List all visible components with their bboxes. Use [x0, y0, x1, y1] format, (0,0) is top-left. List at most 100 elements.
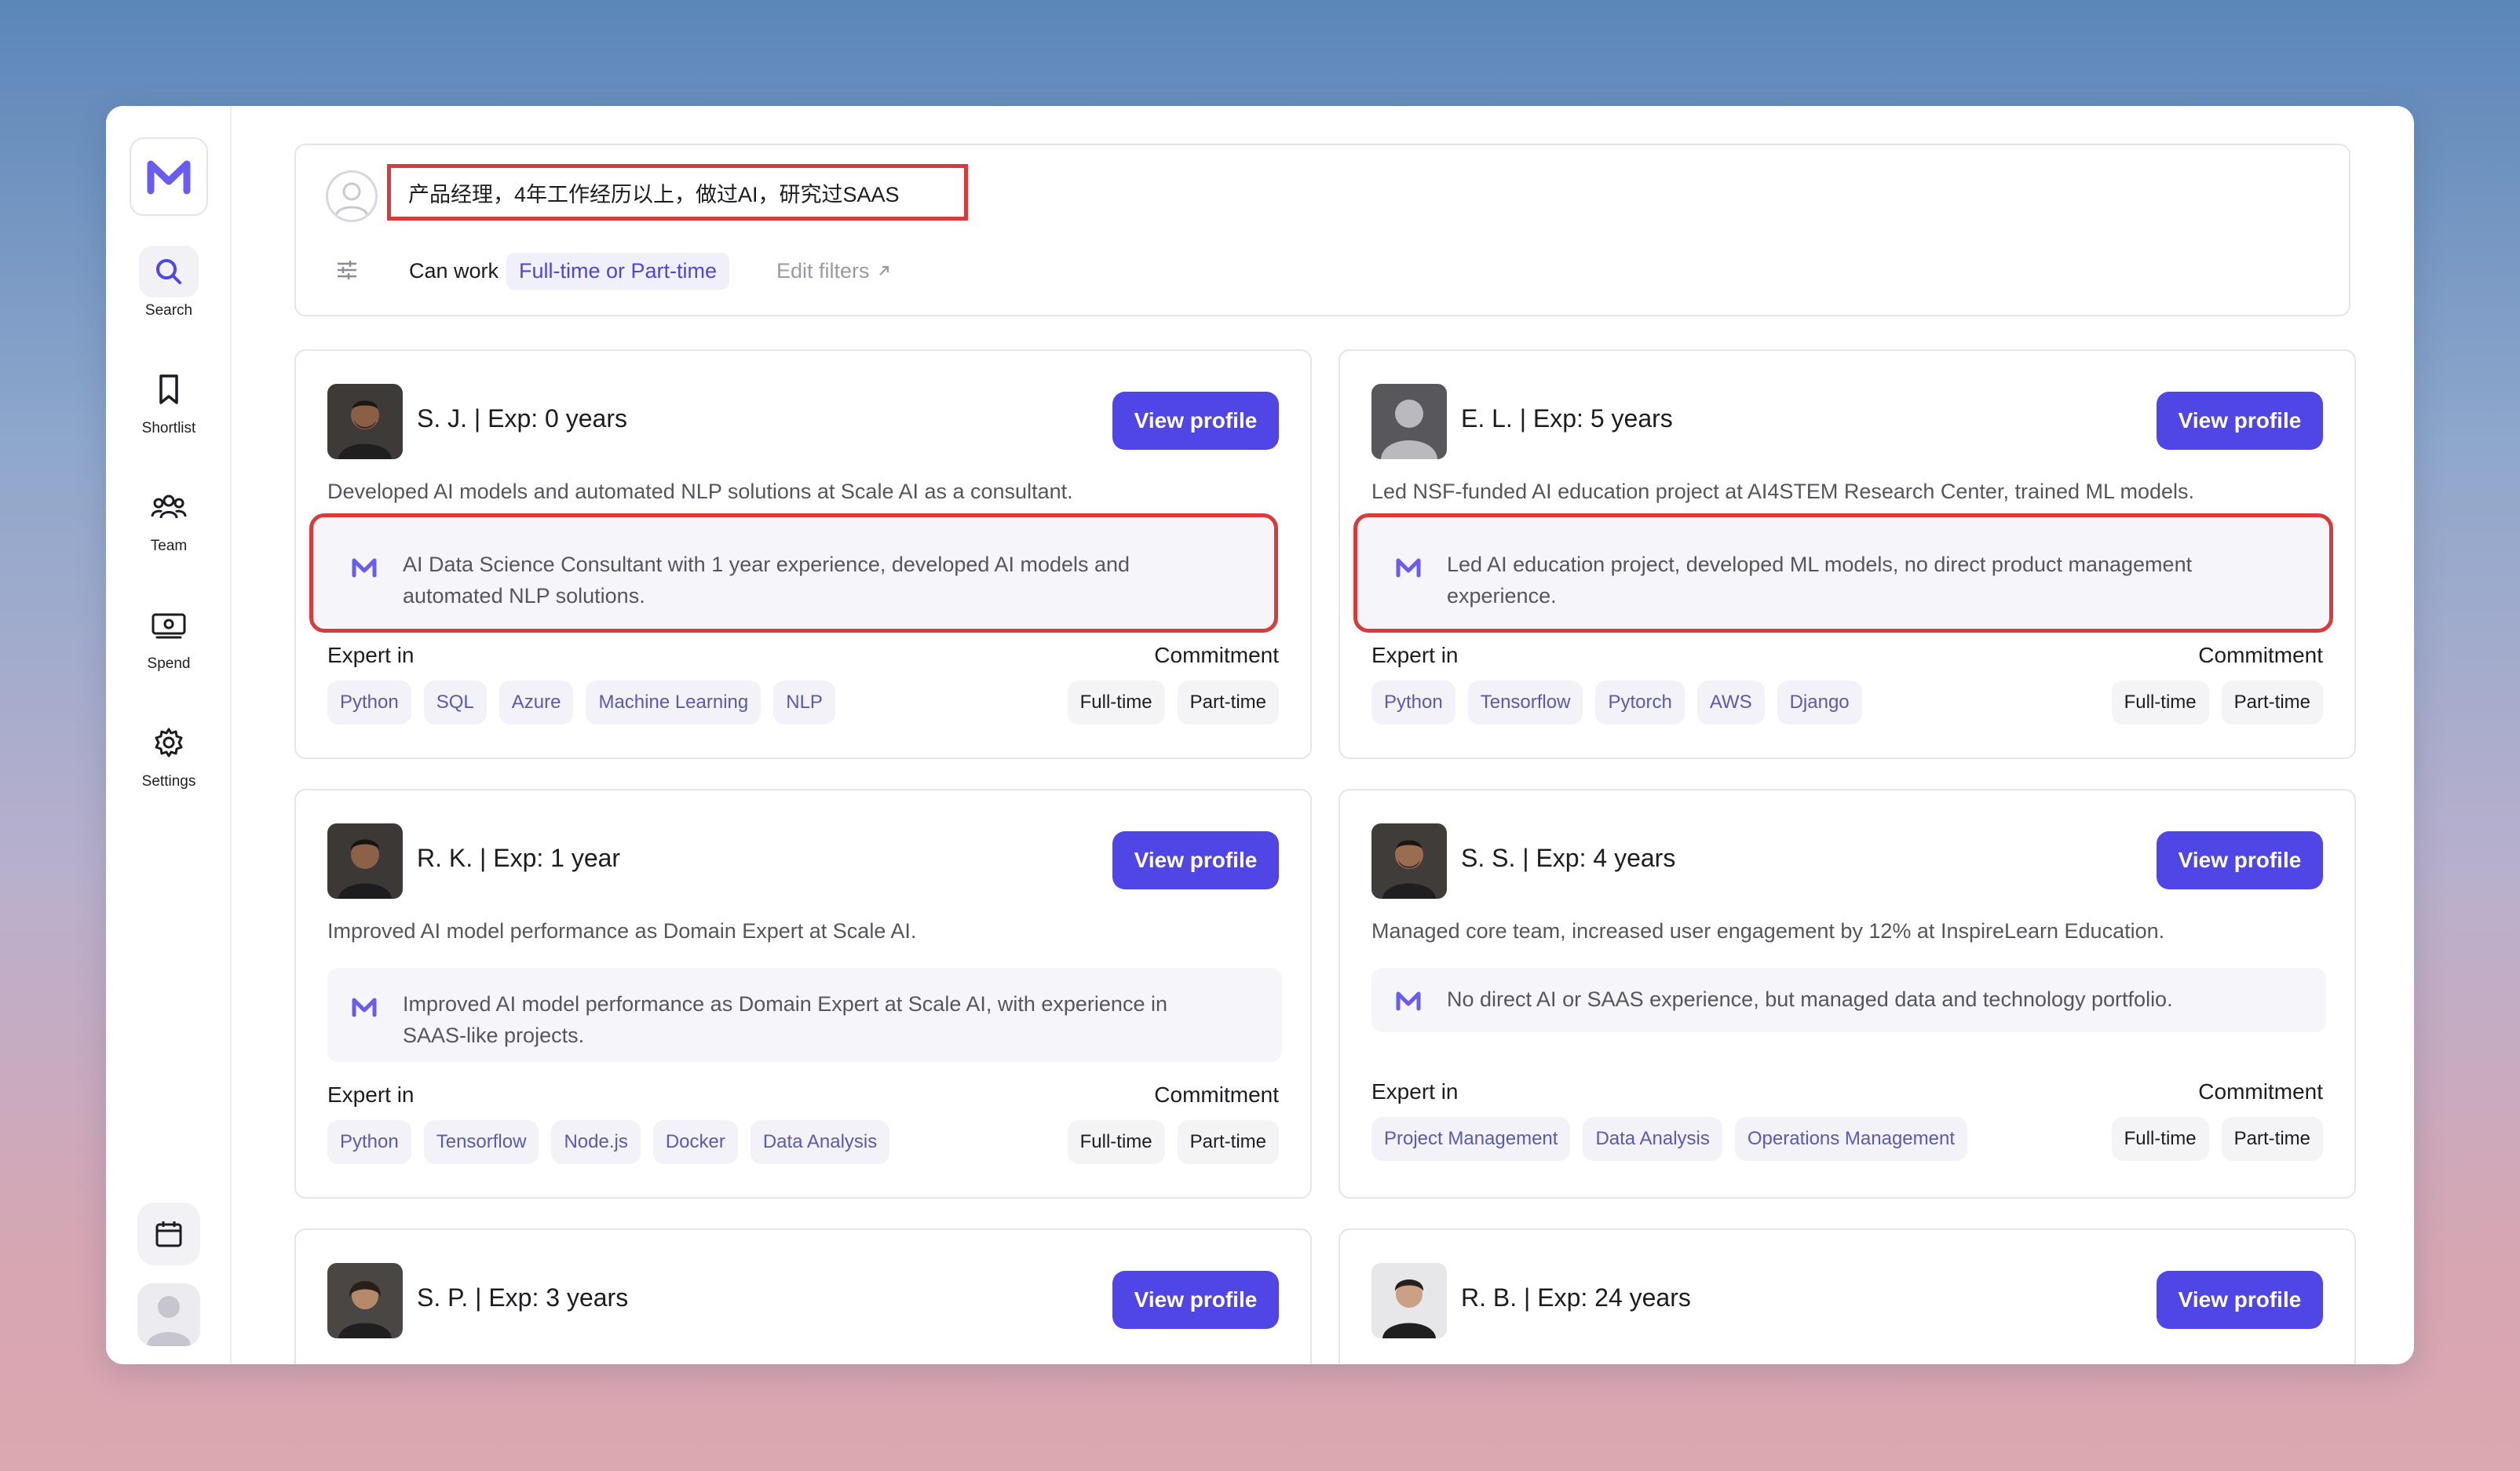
ai-summary-text: Improved AI model performance as Domain …	[403, 992, 1167, 1047]
view-profile-button[interactable]: View profile	[2157, 831, 2323, 889]
sidebar-item-label: Search	[144, 302, 193, 319]
skill-tag: Python	[327, 1120, 411, 1164]
m-logo-icon	[352, 998, 377, 1017]
sidebar-item-shortlist[interactable]: Shortlist	[106, 363, 232, 437]
sidebar-item-spend[interactable]: Spend	[106, 599, 232, 673]
skill-tag: Tensorflow	[1467, 681, 1583, 725]
logo-m-icon	[147, 160, 191, 195]
candidate-name: S. P. | Exp: 3 years	[417, 1283, 629, 1312]
candidate-card: R. K. | Exp: 1 year View profile Improve…	[294, 789, 1312, 1199]
m-logo-icon	[352, 558, 377, 578]
skills-list: Python Tensorflow Pytorch AWS Django	[1371, 681, 1862, 725]
skill-tag: Operations Management	[1734, 1117, 1968, 1161]
skill-tag: Python	[1371, 681, 1455, 725]
expert-in-label: Expert in	[327, 643, 415, 667]
skill-tag: AWS	[1696, 681, 1765, 725]
commitment-tag: Full-time	[2111, 1117, 2209, 1161]
commitment-list: Full-time Part-time	[2111, 1117, 2323, 1161]
ai-summary-text: No direct AI or SAAS experience, but man…	[1447, 987, 2173, 1011]
sidebar: Search Shortlist Team Spend Settings	[106, 106, 232, 1364]
candidate-card: S. P. | Exp: 3 years View profile	[294, 1228, 1312, 1364]
user-avatar[interactable]	[137, 1283, 200, 1346]
commitment-tag: Full-time	[2111, 681, 2209, 725]
avatar-placeholder-icon	[137, 1283, 200, 1346]
search-avatar	[326, 170, 378, 222]
sidebar-item-search[interactable]: Search	[106, 246, 232, 319]
view-profile-button[interactable]: View profile	[1112, 392, 1279, 450]
skill-tag: Machine Learning	[586, 681, 761, 725]
ai-summary-box: Led AI education project, developed ML m…	[1353, 513, 2333, 633]
calendar-button[interactable]	[137, 1203, 200, 1265]
skill-tag: SQL	[423, 681, 487, 725]
skill-tag: Pytorch	[1595, 681, 1685, 725]
search-panel: 产品经理，4年工作经历以上，做过AI，研究过SAAS Can work Full…	[294, 144, 2350, 316]
can-work-label: Can work	[409, 258, 499, 283]
calendar-icon	[155, 1221, 182, 1247]
skills-list: Python SQL Azure Machine Learning NLP	[327, 681, 835, 725]
skill-tag: Data Analysis	[1583, 1117, 1722, 1161]
candidate-photo	[327, 384, 403, 459]
skill-tag: NLP	[773, 681, 835, 725]
candidate-card: S. J. | Exp: 0 years View profile Develo…	[294, 349, 1312, 759]
external-arrow-icon	[878, 265, 889, 276]
sidebar-item-team[interactable]: Team	[106, 481, 232, 555]
edit-filters-link[interactable]: Edit filters	[776, 259, 892, 283]
gear-icon	[139, 717, 199, 768]
candidate-photo	[327, 823, 403, 899]
m-logo-icon	[1396, 991, 1421, 1011]
candidate-description: Improved AI model performance as Domain …	[327, 919, 917, 943]
ai-summary-text: AI Data Science Consultant with 1 year e…	[403, 553, 1130, 608]
candidate-name: S. S. | Exp: 4 years	[1461, 844, 1676, 872]
view-profile-button[interactable]: View profile	[1112, 1271, 1279, 1329]
commitment-filter-chip[interactable]: Full-time or Part-time	[506, 252, 730, 290]
expert-in-label: Expert in	[1371, 643, 1459, 667]
skill-tag: Project Management	[1371, 1117, 1571, 1161]
commitment-label: Commitment	[1154, 643, 1279, 667]
sidebar-item-label: Settings	[141, 773, 196, 790]
commitment-tag: Full-time	[1067, 1120, 1165, 1164]
sidebar-item-label: Team	[150, 538, 188, 554]
candidate-description: Led NSF-funded AI education project at A…	[1371, 480, 2195, 503]
search-input[interactable]: 产品经理，4年工作经历以上，做过AI，研究过SAAS	[387, 164, 968, 221]
search-icon	[139, 246, 199, 297]
view-profile-button[interactable]: View profile	[1112, 831, 1279, 889]
candidate-name: R. B. | Exp: 24 years	[1461, 1283, 1691, 1312]
sidebar-item-label: Spend	[147, 655, 191, 672]
commitment-list: Full-time Part-time	[1067, 681, 1279, 725]
candidate-description: Developed AI models and automated NLP so…	[327, 480, 1073, 503]
view-profile-button[interactable]: View profile	[2157, 1271, 2323, 1329]
user-placeholder-icon	[334, 182, 369, 217]
commitment-label: Commitment	[2198, 643, 2323, 667]
candidate-card: E. L. | Exp: 5 years View profile Led NS…	[1339, 349, 2356, 759]
main-content: 产品经理，4年工作经历以上，做过AI，研究过SAAS Can work Full…	[232, 106, 2414, 1364]
ai-summary-box: No direct AI or SAAS experience, but man…	[1371, 968, 2326, 1032]
commitment-tag: Part-time	[2221, 681, 2323, 725]
ai-summary-box: AI Data Science Consultant with 1 year e…	[309, 513, 1278, 633]
commitment-label: Commitment	[1154, 1082, 1279, 1107]
candidate-name: E. L. | Exp: 5 years	[1461, 404, 1673, 433]
commitment-tag: Part-time	[1177, 681, 1279, 725]
edit-filters-label: Edit filters	[776, 258, 870, 283]
candidate-photo	[327, 1263, 403, 1338]
app-logo[interactable]	[130, 137, 208, 216]
m-logo-icon	[1396, 558, 1421, 578]
candidate-name: S. J. | Exp: 0 years	[417, 404, 627, 433]
sidebar-item-label: Shortlist	[141, 420, 196, 436]
view-profile-button[interactable]: View profile	[2157, 392, 2323, 450]
sliders-icon[interactable]	[335, 258, 359, 282]
sidebar-item-settings[interactable]: Settings	[106, 717, 232, 790]
filter-row: Can work Full-time or Part-time Edit fil…	[296, 247, 2349, 294]
skill-tag: Python	[327, 681, 411, 725]
app-window: Search Shortlist Team Spend Settings 产品经…	[106, 106, 2414, 1364]
commitment-list: Full-time Part-time	[1067, 1120, 1279, 1164]
skills-list: Project Management Data Analysis Operati…	[1371, 1117, 1968, 1161]
skill-tag: Data Analysis	[750, 1120, 890, 1164]
expert-in-label: Expert in	[327, 1082, 415, 1107]
team-icon	[139, 481, 199, 533]
candidate-photo	[1371, 823, 1447, 899]
skill-tag: Django	[1777, 681, 1862, 725]
commitment-label: Commitment	[2198, 1079, 2323, 1104]
candidate-photo	[1371, 1263, 1447, 1338]
candidate-card: S. S. | Exp: 4 years View profile Manage…	[1339, 789, 2356, 1199]
candidate-name: R. K. | Exp: 1 year	[417, 844, 621, 872]
